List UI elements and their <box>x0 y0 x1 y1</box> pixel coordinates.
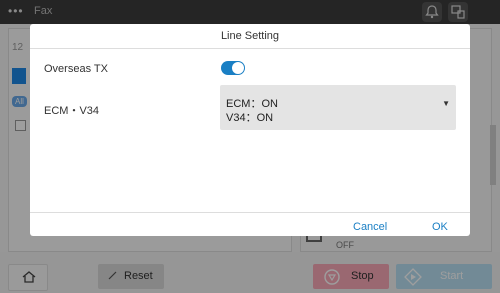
line-setting-dialog: Line Setting Overseas TX ECM・V34 ECM：ON … <box>30 24 470 236</box>
ecm-v34-select[interactable]: ECM：ON V34：ON ▼ <box>220 85 456 130</box>
v34-value: V34：ON <box>226 112 274 124</box>
overseas-tx-toggle[interactable] <box>221 61 245 75</box>
cancel-button[interactable]: Cancel <box>353 221 387 233</box>
toggle-knob <box>232 62 244 74</box>
ok-button[interactable]: OK <box>432 221 448 233</box>
dialog-title: Line Setting <box>30 24 470 49</box>
chevron-down-icon: ▼ <box>442 99 450 108</box>
overseas-tx-label: Overseas TX <box>44 63 108 75</box>
ecm-v34-label: ECM・V34 <box>44 105 100 117</box>
dialog-footer <box>30 212 470 237</box>
